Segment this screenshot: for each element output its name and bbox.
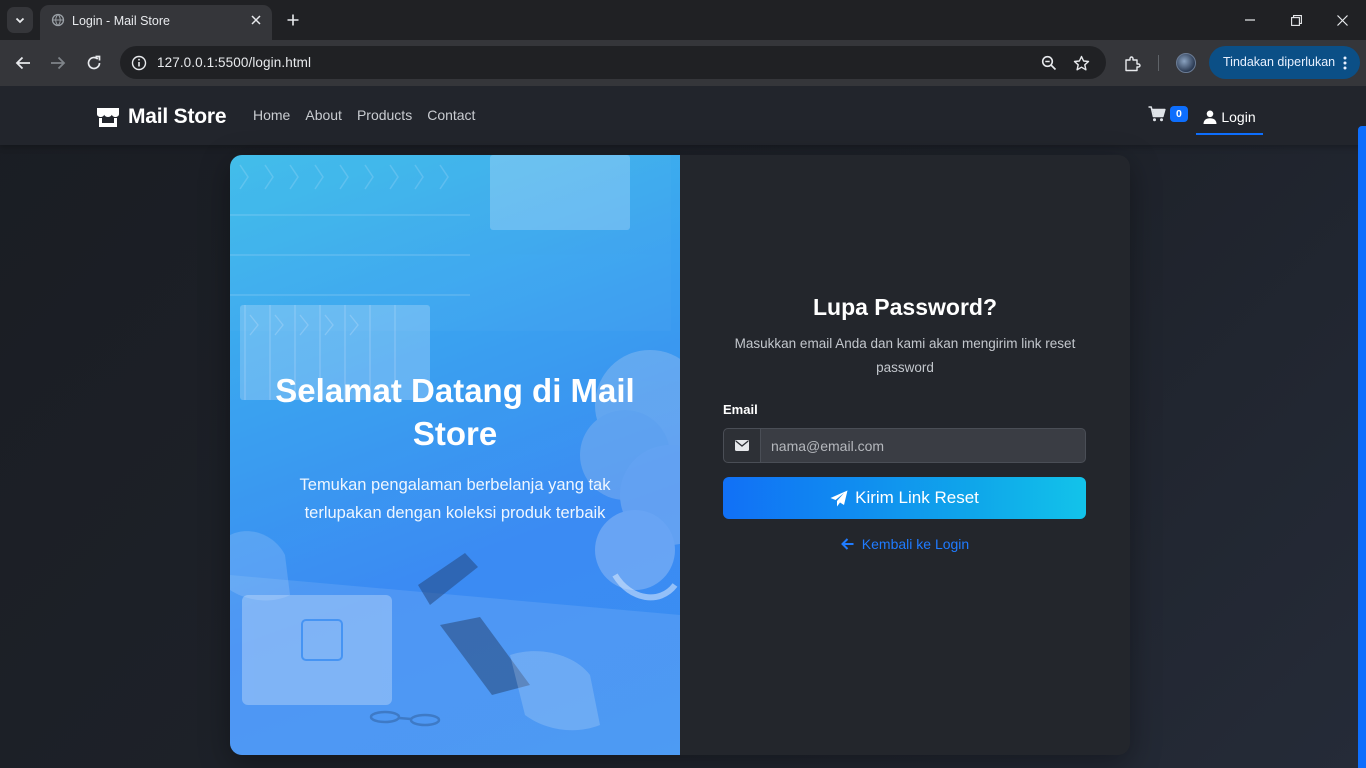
cart-count-badge: 0	[1170, 106, 1188, 122]
minimize-button[interactable]	[1227, 6, 1273, 34]
reload-icon	[87, 55, 101, 70]
action-required-button[interactable]: Tindakan diperlukan	[1209, 46, 1360, 79]
extensions-button[interactable]	[1119, 50, 1145, 76]
new-tab-button[interactable]	[281, 8, 305, 32]
toolbar-divider	[1158, 55, 1159, 71]
forward-button[interactable]	[43, 48, 73, 78]
email-addon	[723, 428, 761, 463]
tab-close-button[interactable]	[246, 10, 266, 30]
nav-link-home[interactable]: Home	[253, 107, 290, 123]
hero-subtitle: Temukan pengalaman berbelanja yang tak t…	[299, 476, 611, 522]
more-menu-button[interactable]	[1337, 53, 1353, 73]
form-description: Masukkan email Anda dan kami akan mengir…	[734, 336, 1076, 375]
star-icon	[1073, 55, 1089, 70]
tab-search-button[interactable]	[7, 7, 33, 33]
nav-link-about[interactable]: About	[305, 107, 342, 123]
browser-tab-active[interactable]: Login - Mail Store	[40, 5, 272, 40]
close-window-button[interactable]	[1319, 6, 1365, 34]
back-to-login-label: Kembali ke Login	[861, 536, 970, 552]
back-to-login-link[interactable]: Kembali ke Login	[680, 536, 1130, 552]
arrow-left-icon	[15, 56, 30, 70]
globe-icon	[51, 13, 65, 27]
site-info-button[interactable]	[129, 53, 149, 73]
tab-title: Login - Mail Store	[72, 14, 170, 28]
nav-links: Home About Products Contact	[253, 107, 490, 123]
nav-login-label: Login	[1221, 108, 1256, 125]
close-icon	[1336, 14, 1348, 26]
puzzle-icon	[1124, 55, 1141, 71]
restore-icon	[1290, 14, 1302, 26]
nav-link-contact[interactable]: Contact	[427, 107, 475, 123]
email-input[interactable]	[761, 428, 1086, 463]
arrow-right-icon	[51, 56, 66, 70]
auth-card: Selamat Datang di Mail Store Temukan pen…	[230, 155, 1130, 755]
nav-link-products[interactable]: Products	[357, 107, 412, 123]
welcome-hero-panel: Selamat Datang di Mail Store Temukan pen…	[230, 155, 680, 755]
plus-icon	[287, 14, 299, 26]
zoom-button[interactable]	[1038, 52, 1060, 74]
page-scrollbar[interactable]	[1358, 126, 1366, 768]
kebab-menu-icon	[1343, 56, 1347, 70]
form-title: Lupa Password?	[812, 294, 998, 320]
email-input-group	[723, 428, 1086, 463]
info-icon	[131, 55, 147, 71]
page-viewport: Mail Store Home About Products Contact 0…	[0, 86, 1366, 768]
store-icon	[97, 108, 119, 127]
paper-plane-icon	[830, 490, 848, 506]
forgot-password-form: Lupa Password? Masukkan email Anda dan k…	[680, 155, 1130, 755]
send-reset-link-label: Kirim Link Reset	[855, 488, 979, 507]
envelope-icon	[735, 440, 749, 451]
address-bar[interactable]: 127.0.0.1:5500/login.html	[120, 46, 1106, 79]
brand-link[interactable]: Mail Store	[96, 104, 227, 130]
user-icon	[1203, 110, 1217, 124]
restore-button[interactable]	[1273, 6, 1319, 34]
chevron-down-icon	[15, 17, 25, 24]
minimize-icon	[1245, 19, 1255, 21]
site-navbar: Mail Store Home About Products Contact 0…	[0, 86, 1366, 145]
hero-title: Selamat Datang di Mail Store	[275, 372, 635, 452]
cart-icon	[1148, 106, 1166, 122]
send-reset-link-button[interactable]: Kirim Link Reset	[723, 477, 1086, 519]
arrow-left-icon	[840, 538, 854, 550]
close-icon	[251, 15, 261, 25]
brand-name: Mail Store	[128, 105, 227, 128]
browser-tab-bar: Login - Mail Store	[0, 0, 1366, 40]
hero-background-image	[230, 155, 680, 755]
cart-link[interactable]: 0	[1148, 106, 1188, 122]
nav-login-link[interactable]: Login	[1196, 100, 1263, 135]
email-label: Email	[723, 402, 758, 417]
url-text: 127.0.0.1:5500/login.html	[157, 55, 312, 70]
reload-button[interactable]	[79, 48, 109, 78]
bookmark-button[interactable]	[1070, 52, 1092, 74]
action-required-label: Tindakan diperlukan	[1223, 55, 1336, 69]
back-button[interactable]	[8, 48, 38, 78]
browser-toolbar: 127.0.0.1:5500/login.html Tindakan diper…	[0, 40, 1366, 86]
zoom-icon	[1041, 55, 1057, 71]
profile-avatar[interactable]	[1176, 53, 1196, 73]
